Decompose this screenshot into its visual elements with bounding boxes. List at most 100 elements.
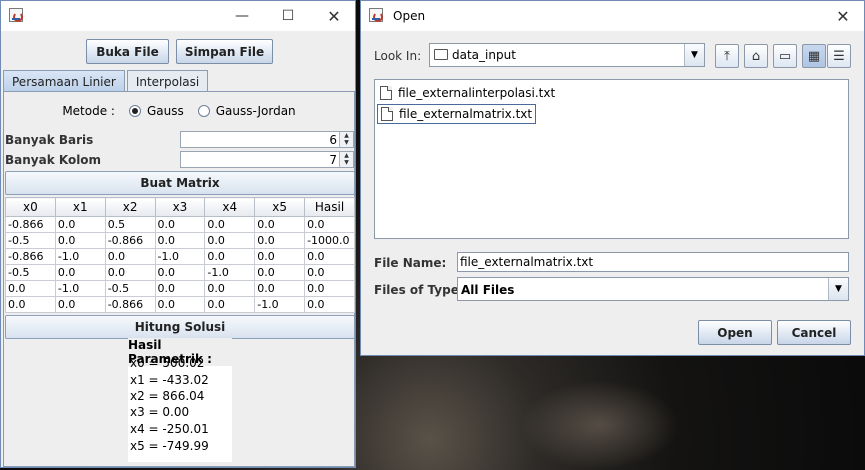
table-cell[interactable]: 0.0 <box>154 232 206 249</box>
table-cell[interactable]: 0.0 <box>54 232 106 249</box>
table-cell[interactable]: 0.0 <box>204 296 256 313</box>
table-cell[interactable]: 0.0 <box>304 216 355 233</box>
table-cell[interactable]: 0.0 <box>154 280 206 297</box>
file-name[interactable]: file_externalinterpolasi.txt <box>398 86 555 100</box>
result-panel: Hasil Parametrik : x0 = 500.02 x1 = -433… <box>128 338 232 462</box>
open-dialog: Open ✕ Look In: data_input ▼ ⤒ ⌂ ▭ ▦ ☰ f… <box>360 0 865 356</box>
column-header[interactable]: x2 <box>104 197 156 217</box>
table-cell[interactable]: -1000.0 <box>304 232 355 249</box>
home-icon[interactable]: ⌂ <box>744 44 768 68</box>
column-header[interactable]: x5 <box>254 197 306 217</box>
file-name-field[interactable]: file_externalmatrix.txt <box>457 252 849 272</box>
table-cell[interactable]: -0.5 <box>104 280 156 297</box>
minimize-icon[interactable]: — <box>219 1 265 31</box>
chevron-down-icon[interactable]: ▼ <box>684 44 704 66</box>
table-cell[interactable]: 0.0 <box>204 232 256 249</box>
table-cell[interactable]: 0.0 <box>304 264 355 281</box>
table-cell[interactable]: 0.0 <box>104 248 156 265</box>
table-cell[interactable]: 0.0 <box>154 216 206 233</box>
table-cell[interactable]: 0.0 <box>104 264 156 281</box>
java-app-icon <box>369 8 385 24</box>
table-cell[interactable]: 0.0 <box>5 280 56 297</box>
table-cell[interactable]: -0.866 <box>5 216 56 233</box>
table-cell[interactable]: -0.866 <box>5 248 56 265</box>
table-cell[interactable]: 0.0 <box>154 264 206 281</box>
cancel-button[interactable]: Cancel <box>777 320 851 345</box>
rows-up-icon[interactable]: ▲ <box>340 132 353 139</box>
table-cell[interactable]: -0.5 <box>5 264 56 281</box>
table-cell[interactable]: 0.0 <box>154 296 206 313</box>
rows-down-icon[interactable]: ▼ <box>340 139 353 146</box>
tab-persamaan-linier[interactable]: Persamaan Linier <box>3 70 125 92</box>
column-header[interactable]: Hasil <box>304 197 355 217</box>
maximize-icon[interactable]: ☐ <box>265 1 311 31</box>
cols-value[interactable]: 7 <box>329 153 337 167</box>
table-cell[interactable]: 0.0 <box>54 216 106 233</box>
file-icon <box>381 107 393 121</box>
table-cell[interactable]: -0.5 <box>5 232 56 249</box>
close-icon[interactable]: ✕ <box>820 1 865 31</box>
gauss-jordan-radio[interactable] <box>197 105 210 117</box>
new-folder-icon[interactable]: ▭ <box>773 44 797 68</box>
cols-label: Banyak Kolom <box>5 153 102 167</box>
file-type-combo[interactable]: All Files ▼ <box>457 277 849 301</box>
table-cell[interactable]: 0.0 <box>204 280 256 297</box>
table-cell[interactable]: -1.0 <box>204 264 256 281</box>
table-cell[interactable]: 0.0 <box>304 248 355 265</box>
table-cell[interactable]: -1.0 <box>54 248 106 265</box>
table-cell[interactable]: 0.0 <box>54 296 106 313</box>
table-row: -0.5 0.0 0.0 0.0 -1.0 0.0 0.0 <box>5 264 355 281</box>
file-icon <box>380 86 392 100</box>
table-cell[interactable]: 0.0 <box>304 280 355 297</box>
table-cell[interactable]: 0.5 <box>104 216 156 233</box>
table-cell[interactable]: -1.0 <box>254 296 306 313</box>
table-cell[interactable]: -1.0 <box>54 280 106 297</box>
column-header[interactable]: x4 <box>204 197 256 217</box>
column-header[interactable]: x0 <box>5 197 56 217</box>
details-view-icon[interactable]: ☰ <box>827 44 851 68</box>
open-dialog-titlebar: Open ✕ <box>361 1 864 31</box>
rows-spinner[interactable]: 6 ▲ ▼ <box>180 131 354 148</box>
column-header[interactable]: x1 <box>54 197 106 217</box>
table-cell[interactable]: 0.0 <box>254 264 306 281</box>
table-cell[interactable]: -1.0 <box>154 248 206 265</box>
column-header[interactable]: x3 <box>154 197 206 217</box>
table-cell[interactable]: -0.866 <box>104 232 156 249</box>
solve-button[interactable]: Hitung Solusi <box>5 315 355 339</box>
table-cell[interactable]: 0.0 <box>254 216 306 233</box>
gauss-radio[interactable] <box>128 105 141 117</box>
open-button[interactable]: Open <box>698 320 772 345</box>
table-cell[interactable]: 0.0 <box>254 232 306 249</box>
gauss-radio-label[interactable]: Gauss <box>147 104 184 118</box>
file-item[interactable]: file_externalmatrix.txt <box>377 104 537 124</box>
open-file-button[interactable]: Buka File <box>86 39 169 64</box>
up-folder-icon[interactable]: ⤒ <box>715 44 739 68</box>
cols-up-icon[interactable]: ▲ <box>340 152 353 159</box>
table-cell[interactable]: 0.0 <box>54 264 106 281</box>
save-file-button[interactable]: Simpan File <box>176 39 273 64</box>
close-icon[interactable]: ✕ <box>311 1 357 31</box>
look-in-combo[interactable]: data_input ▼ <box>429 43 705 67</box>
list-view-icon[interactable]: ▦ <box>802 44 826 68</box>
file-item[interactable]: file_externalinterpolasi.txt <box>377 83 558 103</box>
result-line: x2 = 866.04 <box>130 389 205 403</box>
table-cell[interactable]: 0.0 <box>254 280 306 297</box>
chevron-down-icon[interactable]: ▼ <box>828 278 848 300</box>
tab-interpolasi[interactable]: Interpolasi <box>126 70 209 92</box>
build-matrix-button[interactable]: Buat Matrix <box>5 171 355 195</box>
table-cell[interactable]: 0.0 <box>204 216 256 233</box>
rows-value[interactable]: 6 <box>329 133 337 147</box>
tab-bar: Persamaan Linier Interpolasi <box>3 70 210 92</box>
file-name[interactable]: file_externalmatrix.txt <box>399 107 532 121</box>
table-cell[interactable]: 0.0 <box>5 296 56 313</box>
cols-down-icon[interactable]: ▼ <box>340 159 353 166</box>
file-type-label: Files of Type: <box>374 283 464 297</box>
cols-spinner[interactable]: 7 ▲ ▼ <box>180 151 354 168</box>
table-cell[interactable]: -0.866 <box>104 296 156 313</box>
table-cell[interactable]: 0.0 <box>204 248 256 265</box>
table-cell[interactable]: 0.0 <box>304 296 355 313</box>
gauss-jordan-radio-label[interactable]: Gauss-Jordan <box>216 104 296 118</box>
table-cell[interactable]: 0.0 <box>254 248 306 265</box>
tab-panel-persamaan-linier: Metode : Gauss Gauss-Jordan Banyak Baris… <box>3 91 355 467</box>
file-list[interactable]: file_externalinterpolasi.txt file_extern… <box>374 79 849 239</box>
